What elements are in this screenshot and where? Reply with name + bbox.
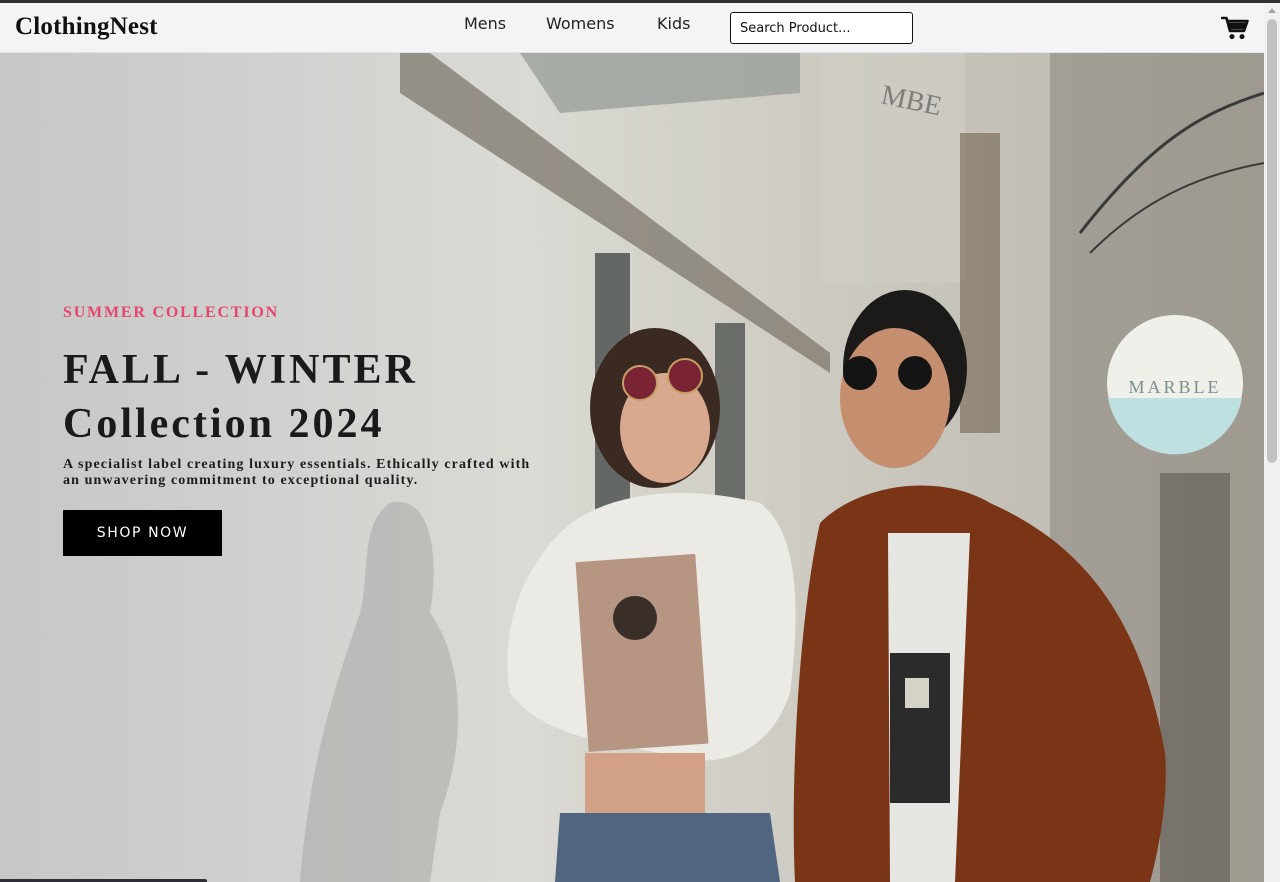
hero-banner: MBE MARBLE SUMMER COLLECTION FALL - WINT… [0, 53, 1264, 882]
shop-now-button[interactable]: SHOP NOW [63, 510, 222, 556]
marble-sign-text: MARBLE [1128, 377, 1221, 397]
nav-link-womens[interactable]: Womens [546, 14, 615, 33]
hero-headline-line2: Collection 2024 [63, 401, 385, 447]
shopping-cart-icon[interactable] [1220, 15, 1249, 41]
scrollbar-thumb[interactable] [1267, 19, 1277, 463]
nav-link-mens[interactable]: Mens [464, 14, 506, 33]
hero-headline: FALL - WINTER Collection 2024 [63, 343, 583, 451]
nav-link-kids[interactable]: Kids [657, 14, 690, 33]
hero-eyebrow: SUMMER COLLECTION [63, 304, 279, 321]
hero-headline-line1: FALL - WINTER [63, 347, 418, 393]
navbar: ClothingNest Mens Womens Kids [0, 3, 1264, 53]
search-input[interactable] [730, 12, 913, 44]
scroll-up-arrow-icon[interactable] [1268, 8, 1276, 13]
brand-logo[interactable]: ClothingNest [15, 13, 158, 41]
page-scrollbar[interactable] [1264, 3, 1280, 882]
hero-description: A specialist label creating luxury essen… [63, 457, 531, 488]
